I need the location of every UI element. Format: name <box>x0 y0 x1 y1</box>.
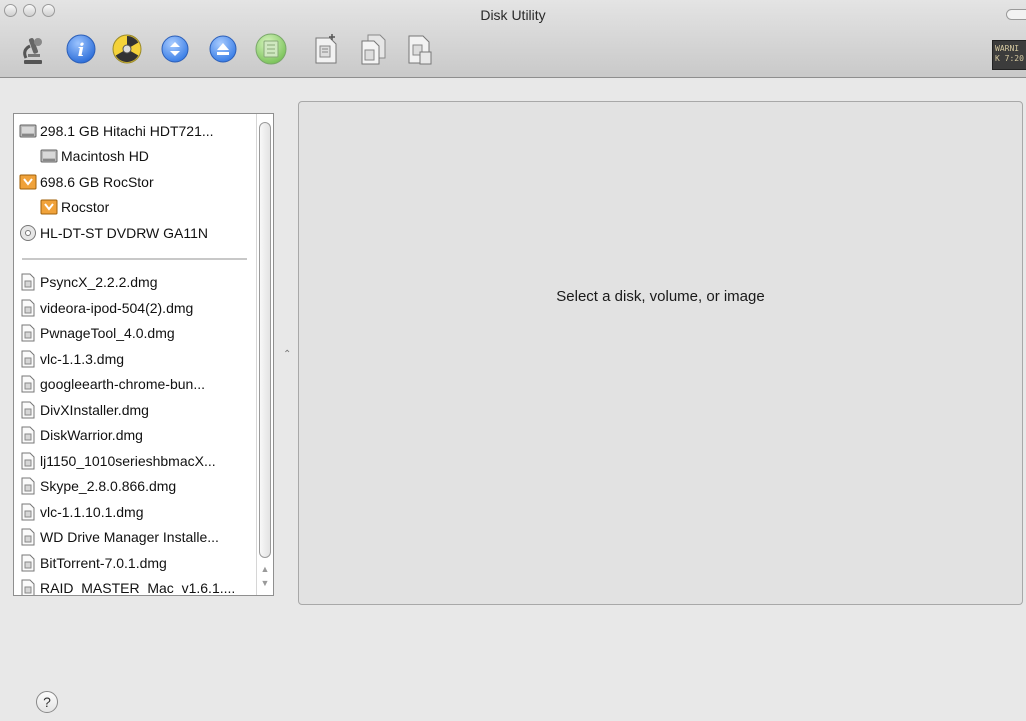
resize-image-icon <box>408 35 432 65</box>
list-item[interactable]: BitTorrent-7.0.1.dmg <box>14 550 255 576</box>
scroll-up-arrow[interactable]: ▲ <box>259 562 271 576</box>
disk-image-icon <box>19 273 37 291</box>
list-item[interactable]: 298.1 GB Hitachi HDT721... <box>14 118 255 144</box>
list-item-label: WD Drive Manager Installe... <box>40 529 219 546</box>
list-item[interactable]: lj1150_1010serieshbmacX... <box>14 448 255 474</box>
convert-icon <box>361 34 386 65</box>
list-item[interactable]: HL-DT-ST DVDRW GA11N <box>14 220 255 246</box>
disk-image-icon <box>19 503 37 521</box>
disk-image-icon <box>19 324 37 342</box>
list-item-label: lj1150_1010serieshbmacX... <box>40 452 216 469</box>
disk-image-icon <box>19 426 37 444</box>
list-item-label: HL-DT-ST DVDRW GA11N <box>40 224 209 241</box>
disk-image-icon <box>19 452 37 470</box>
disk-image-icon <box>19 299 37 317</box>
optical-drive-icon <box>19 224 37 242</box>
disk-image-icon <box>19 554 37 572</box>
list-item[interactable]: Rocstor <box>14 195 255 221</box>
list-item-label: Rocstor <box>61 199 110 216</box>
mount-button[interactable] <box>158 30 192 68</box>
split-view-handle[interactable]: ⌃ <box>283 349 291 360</box>
window-title: Disk Utility <box>480 7 546 23</box>
log-button[interactable]: WARNI K 7:20 <box>992 40 1026 70</box>
hard-disk-icon <box>19 122 37 140</box>
disk-image-icon <box>19 579 37 595</box>
external-disk-icon <box>40 198 58 216</box>
list-item-label: BitTorrent-7.0.1.dmg <box>40 554 167 571</box>
list-item[interactable]: PsyncX_2.2.2.dmg <box>14 270 255 296</box>
empty-selection-message: Select a disk, volume, or image <box>556 288 765 305</box>
list-item-label: DiskWarrior.dmg <box>40 427 143 444</box>
disk-image-icon <box>19 401 37 419</box>
scrollbar[interactable]: ▲ ▼ <box>256 114 273 595</box>
list-item-label: RAID_MASTER_Mac_v1.6.1.... <box>40 580 236 596</box>
disk-image-icon <box>19 350 37 368</box>
list-item-label: Macintosh HD <box>61 148 149 165</box>
list-item[interactable]: WD Drive Manager Installe... <box>14 525 255 551</box>
resize-image-button[interactable] <box>403 30 437 68</box>
list-item-label: vlc-1.1.3.dmg <box>40 350 125 367</box>
list-item-label: 298.1 GB Hitachi HDT721... <box>40 122 214 139</box>
list-item-label: videora-ipod-504(2).dmg <box>40 299 194 316</box>
disk-image-icon <box>19 528 37 546</box>
list-item-label: 698.6 GB RocStor <box>40 173 154 190</box>
scroll-down-arrow[interactable]: ▼ <box>259 576 271 590</box>
info-button[interactable]: i <box>64 30 98 68</box>
enable-journaling-icon <box>255 33 287 65</box>
list-item-label: DivXInstaller.dmg <box>40 401 149 418</box>
list-item-label: Skype_2.8.0.866.dmg <box>40 478 177 495</box>
list-item[interactable]: videora-ipod-504(2).dmg <box>14 295 255 321</box>
list-item-label: googleearth-chrome-bun... <box>40 376 205 393</box>
list-item[interactable]: googleearth-chrome-bun... <box>14 372 255 398</box>
list-item[interactable]: vlc-1.1.3.dmg <box>14 346 255 372</box>
convert-button[interactable] <box>356 30 390 68</box>
list-item[interactable]: DiskWarrior.dmg <box>14 423 255 449</box>
new-image-button[interactable] <box>309 30 343 68</box>
toolbar-toggle-button[interactable] <box>1006 9 1026 20</box>
eject-button[interactable] <box>206 30 240 68</box>
list-item[interactable]: PwnageTool_4.0.dmg <box>14 321 255 347</box>
svg-text:i: i <box>78 40 85 61</box>
list-item[interactable]: Skype_2.8.0.866.dmg <box>14 474 255 500</box>
microscope-icon <box>23 38 42 64</box>
hard-disk-icon <box>40 147 58 165</box>
external-disk-icon <box>19 173 37 191</box>
list-item[interactable]: RAID_MASTER_Mac_v1.6.1.... <box>14 576 255 596</box>
list-item[interactable]: Macintosh HD <box>14 144 255 170</box>
list-item-label: PsyncX_2.2.2.dmg <box>40 274 158 291</box>
help-button[interactable]: ? <box>36 691 58 713</box>
title-bar: Disk Utility i WARNI K 7:20 <box>0 0 1026 78</box>
mount-icon <box>161 35 189 63</box>
list-item[interactable]: vlc-1.1.10.1.dmg <box>14 499 255 525</box>
burn-button[interactable] <box>110 30 144 68</box>
verify-button[interactable] <box>16 30 50 68</box>
disk-list[interactable]: 298.1 GB Hitachi HDT721... Macintosh HD 69… <box>13 113 274 596</box>
info-icon: i <box>66 34 96 64</box>
list-item[interactable]: 698.6 GB RocStor <box>14 169 255 195</box>
list-item-label: PwnageTool_4.0.dmg <box>40 325 175 342</box>
burn-icon <box>112 34 142 64</box>
disk-list-items: 298.1 GB Hitachi HDT721... Macintosh HD 69… <box>14 114 255 596</box>
disk-image-icon <box>19 477 37 495</box>
list-item[interactable]: DivXInstaller.dmg <box>14 397 255 423</box>
detail-panel: Select a disk, volume, or image <box>298 101 1023 605</box>
list-divider <box>22 257 247 260</box>
new-image-icon <box>315 34 337 64</box>
list-item-label: vlc-1.1.10.1.dmg <box>40 503 144 520</box>
enable-journaling-button[interactable] <box>254 30 288 68</box>
disk-image-icon <box>19 375 37 393</box>
eject-icon <box>209 35 237 63</box>
scrollbar-thumb[interactable] <box>259 122 271 558</box>
